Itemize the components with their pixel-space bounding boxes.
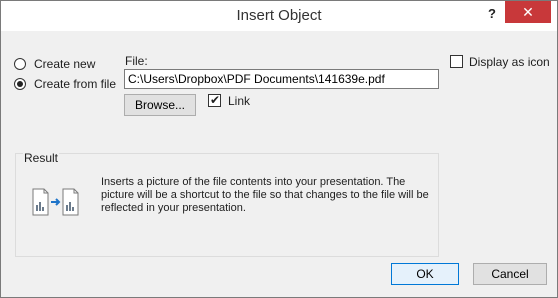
checkmark-icon: ✔ <box>210 93 221 107</box>
title-bar: Insert Object ? ✕ <box>1 1 557 31</box>
create-from-file-radio[interactable] <box>14 78 26 90</box>
dialog-title: Insert Object <box>236 7 322 24</box>
create-from-file-label-text: Create from file <box>34 77 117 91</box>
create-new-label[interactable]: Create new <box>34 57 95 71</box>
display-as-icon-label[interactable]: Display as icon <box>469 55 550 69</box>
create-new-radio[interactable] <box>14 58 26 70</box>
link-label[interactable]: Link <box>228 94 250 108</box>
insert-object-dialog: Insert Object ? ✕ Create new Create from… <box>0 0 558 298</box>
linked-file-icon <box>31 188 87 218</box>
cancel-button[interactable]: Cancel <box>473 263 547 285</box>
close-button[interactable]: ✕ <box>505 1 551 23</box>
browse-button[interactable]: Browse... <box>124 94 196 116</box>
link-checkbox[interactable]: ✔ <box>208 93 221 107</box>
close-icon: ✕ <box>522 4 534 20</box>
create-new-label-text: Create new <box>34 57 96 71</box>
file-path-input[interactable] <box>124 69 439 89</box>
result-description: Inserts a picture of the file contents i… <box>101 176 429 214</box>
result-heading: Result <box>23 151 60 165</box>
file-label: File: <box>125 54 148 68</box>
create-from-file-label[interactable]: Create from file <box>34 77 116 91</box>
help-button[interactable]: ? <box>481 3 503 25</box>
display-as-icon-checkbox[interactable] <box>450 55 463 68</box>
ok-button[interactable]: OK <box>391 263 459 285</box>
